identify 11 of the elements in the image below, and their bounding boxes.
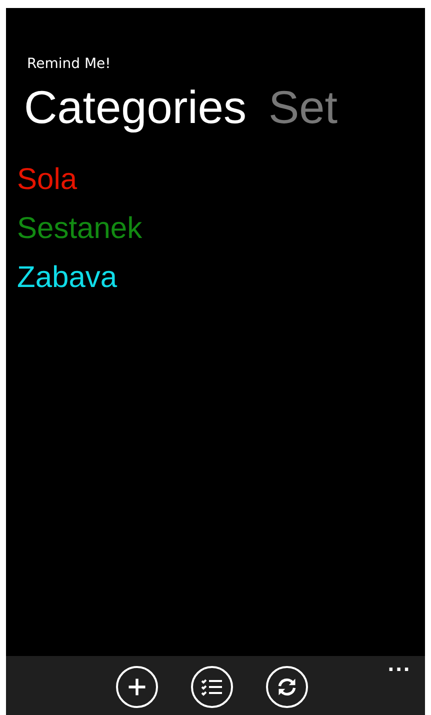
- pivot-header[interactable]: Categories: [24, 82, 246, 133]
- app-title: Remind Me!: [27, 56, 112, 72]
- pivot-header[interactable]: Set: [268, 82, 338, 133]
- add-button[interactable]: [116, 666, 158, 708]
- refresh-icon: [276, 676, 298, 698]
- category-item[interactable]: Sestanek: [17, 204, 142, 253]
- category-item[interactable]: Sola: [17, 154, 78, 204]
- category-item[interactable]: Zabava: [17, 252, 118, 302]
- refresh-button[interactable]: [266, 666, 308, 708]
- more-button[interactable]: ...: [387, 656, 411, 676]
- list-button[interactable]: [190, 666, 232, 708]
